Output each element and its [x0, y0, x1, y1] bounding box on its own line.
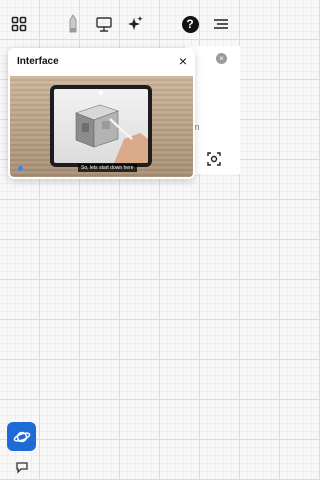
tablet-camera — [99, 91, 103, 95]
video-header: Interface × — [8, 48, 195, 74]
help-icon: ? — [181, 15, 199, 33]
video-player[interactable]: So, lets start down here — [10, 76, 193, 177]
presentation-icon[interactable] — [93, 13, 115, 35]
pen-icon[interactable] — [62, 13, 84, 35]
video-title: Interface — [17, 55, 59, 67]
scan-icon[interactable] — [207, 152, 221, 166]
tablet-screen — [54, 89, 148, 163]
grid-icon[interactable] — [8, 13, 30, 35]
tablet-image — [50, 85, 152, 167]
top-toolbar: ? — [0, 0, 240, 46]
status-dot — [18, 166, 23, 171]
help-button[interactable]: ? — [179, 13, 201, 35]
video-popup: Interface × So, lets start down here — [8, 48, 195, 179]
close-icon[interactable]: × — [179, 54, 187, 68]
panel-close-icon[interactable]: × — [216, 53, 227, 64]
comment-icon[interactable] — [15, 461, 29, 474]
menu-icon[interactable] — [210, 13, 232, 35]
sparkles-icon[interactable] — [124, 13, 146, 35]
planet-icon — [13, 431, 30, 442]
planet-button[interactable] — [7, 422, 36, 451]
video-subtitle: So, lets start down here — [78, 164, 137, 172]
